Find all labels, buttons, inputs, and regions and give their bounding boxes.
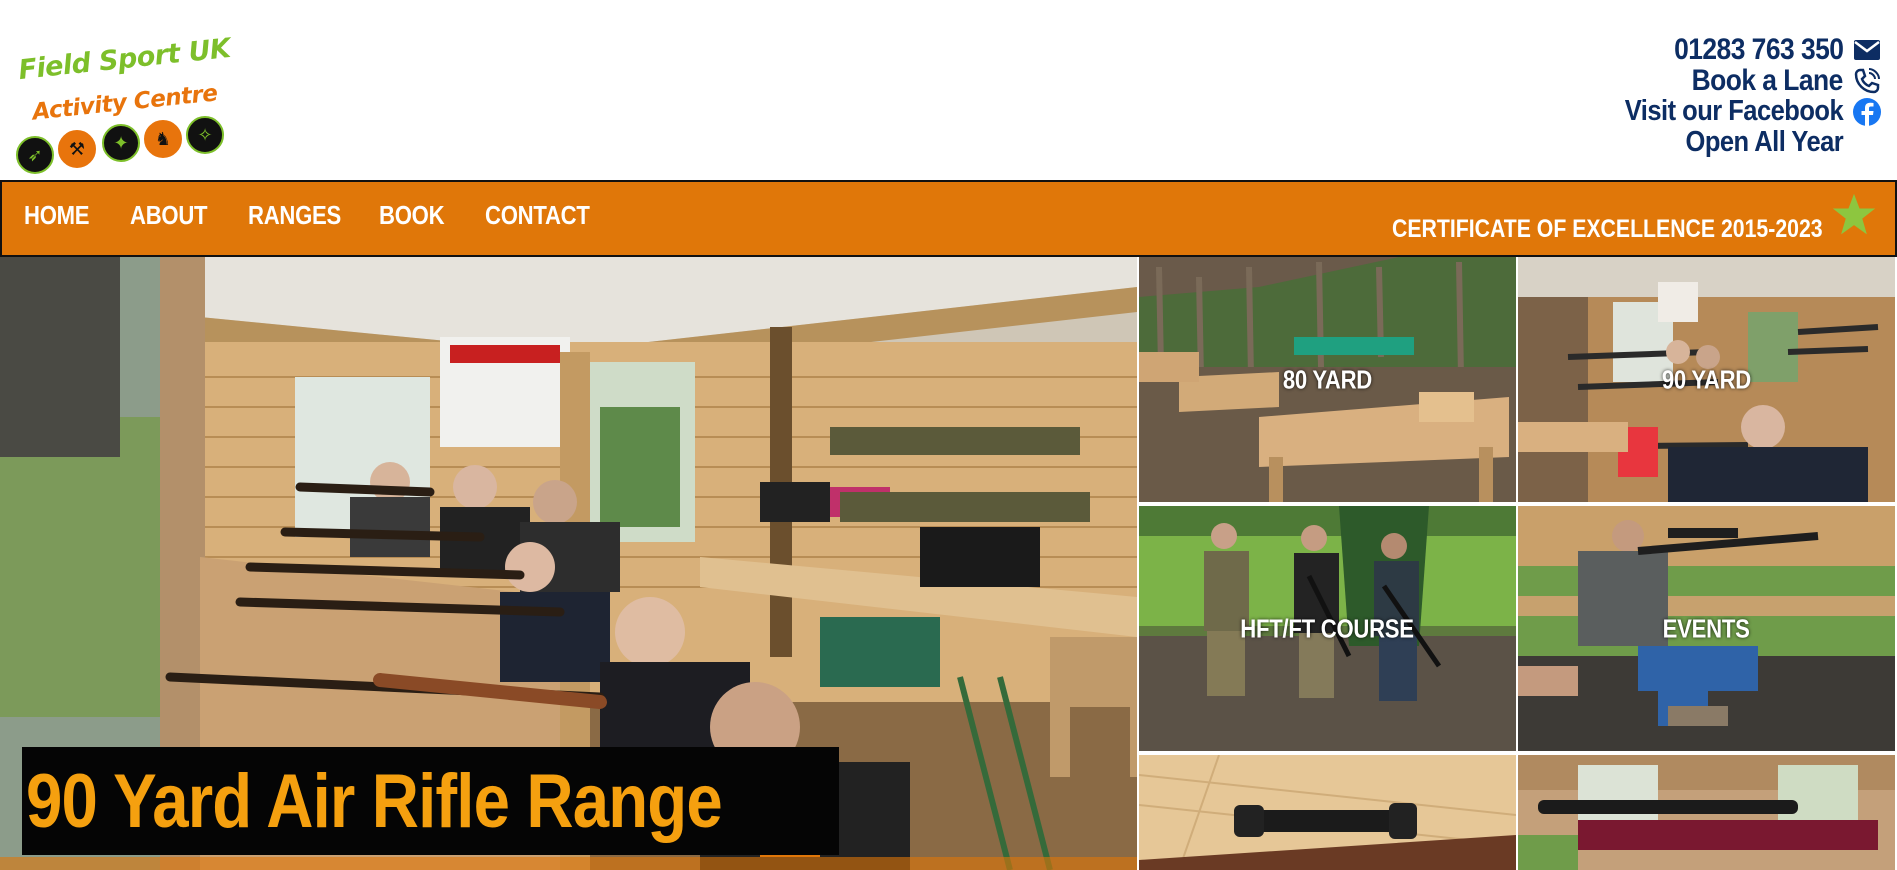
axe-throwing-icon: ⚒ [58,130,96,168]
logo-title: Field Sport UK [16,32,232,87]
nav-home[interactable]: HOME [24,200,90,231]
tile-hft-ft-course[interactable]: HFT/FT COURSE [1139,506,1516,751]
star-icon [1832,193,1876,235]
site-logo[interactable]: Field Sport UK Activity Centre ➶ ⚒ ✦ ♞ ✧ [12,33,232,184]
phone-number: 01283 763 350 [1673,32,1844,66]
nav-about[interactable]: ABOUT [130,200,208,231]
book-lane-link[interactable]: Book a Lane [1543,63,1883,97]
phone-icon[interactable] [1851,67,1883,95]
contact-block: 01283 763 350 Book a Lane Visit our Face… [1543,32,1883,158]
logo-activity-icons: ➶ ⚒ ✦ ♞ ✧ [16,116,226,174]
hero-title: 90 Yard Air Rifle Range [26,758,723,844]
tile-90-yard-label: 90 YARD [1661,364,1752,394]
tile-rifle-bench[interactable] [1518,755,1895,870]
facebook-icon[interactable] [1851,97,1883,127]
site-header: Field Sport UK Activity Centre ➶ ⚒ ✦ ♞ ✧… [0,0,1897,180]
facebook-text: Visit our Facebook [1624,95,1844,127]
facebook-link[interactable]: Visit our Facebook [1543,95,1883,127]
nav-ranges[interactable]: RANGES [248,200,341,231]
tile-hft-ft-course-label: HFT/FT COURSE [1240,613,1415,643]
tile-events-label: EVENTS [1663,613,1750,643]
hero-banner[interactable]: 90 Yard Air Rifle Range [0,257,1137,870]
shooting-icon: ✦ [102,124,140,162]
tile-90-yard[interactable]: 90 YARD [1518,257,1895,502]
tile-80-yard[interactable]: 80 YARD [1139,257,1516,502]
main-nav: HOME ABOUT RANGES BOOK CONTACT CERTIFICA… [0,180,1897,257]
phone-link[interactable]: 01283 763 350 [1543,32,1883,66]
open-all-year-text: Open All Year [1685,126,1843,158]
nav-book[interactable]: BOOK [379,200,445,231]
mail-icon[interactable] [1851,36,1883,64]
tile-80-yard-label: 80 YARD [1282,364,1373,394]
knife-throwing-icon: ♞ [144,120,182,158]
rifle-icon: ✧ [186,116,224,154]
book-lane-text: Book a Lane [1691,63,1844,97]
tile-events[interactable]: EVENTS [1518,506,1895,751]
opening-info: Open All Year [1543,126,1883,158]
certificate-text[interactable]: CERTIFICATE OF EXCELLENCE 2015-2023 [1392,215,1823,244]
logo-subtitle: Activity Centre [31,80,219,126]
hero-title-box: 90 Yard Air Rifle Range [22,747,840,855]
archery-icon: ➶ [16,136,54,174]
nav-contact[interactable]: CONTACT [485,200,590,231]
tile-rifle-scope[interactable] [1139,755,1516,870]
